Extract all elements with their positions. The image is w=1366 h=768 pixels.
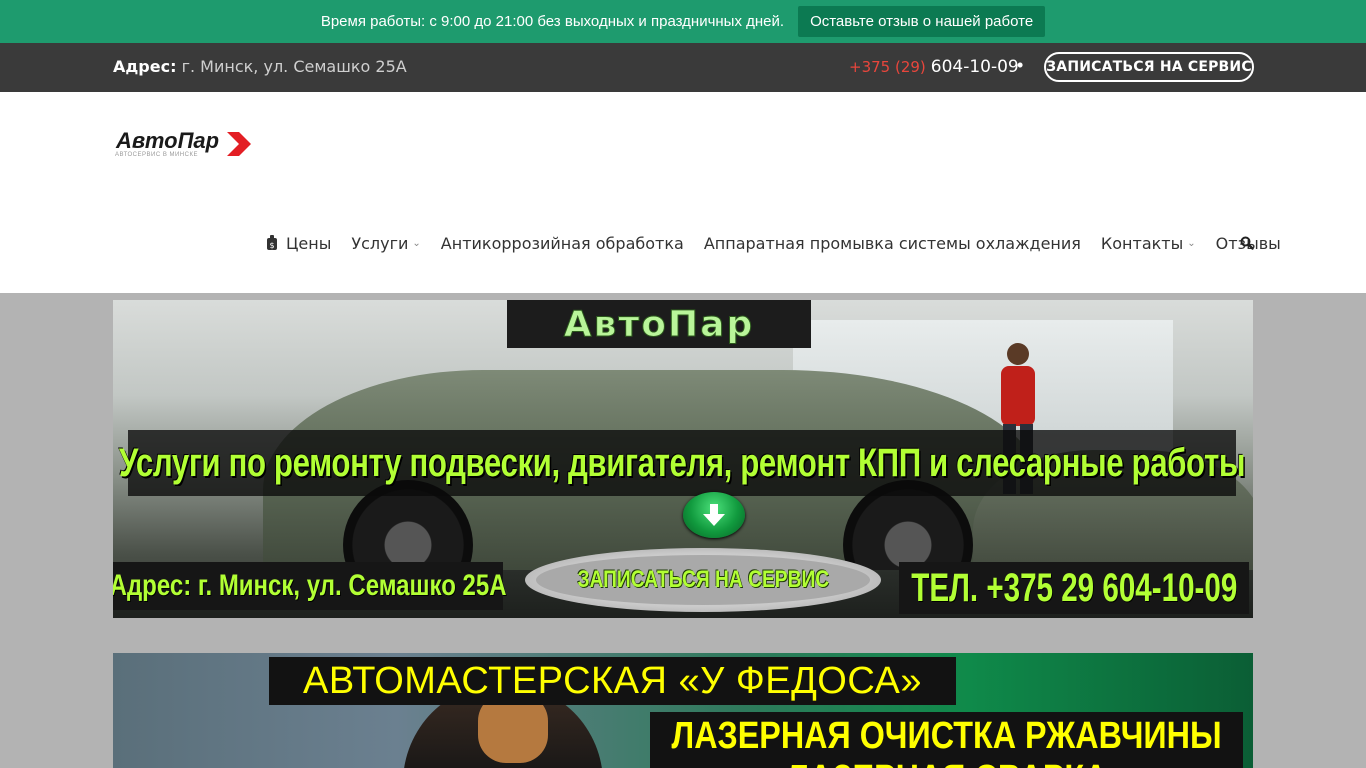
notice-bar: Время работы: с 9:00 до 21:00 без выходн… [0, 0, 1366, 43]
nav-label: Услуги [351, 233, 409, 253]
site-header: АвтоПар АВТОСЕРВИС В МИНСКЕ $ Цены Услуг… [0, 92, 1366, 293]
chevron-down-icon: ⌄ [412, 237, 421, 249]
nav-label: Аппаратная промывка системы охлаждения [703, 233, 1081, 253]
nav-label: Контакты [1100, 233, 1184, 253]
nav-item-cooling-flush[interactable]: Аппаратная промывка системы охлаждения [704, 234, 1081, 253]
banner-address: Адрес: г. Минск, ул. Семашко 25А [113, 569, 507, 602]
banner2-line2-box: ЛАЗЕРНАЯ СВАРКА [650, 760, 1243, 768]
banner-cta-label: ЗАПИСАТЬСЯ НА СЕРВИС [577, 566, 829, 593]
banner-phone-box: ТЕЛ. +375 29 604-10-09 [899, 562, 1249, 614]
working-hours-text: Время работы: с 9:00 до 21:00 без выходн… [320, 13, 785, 30]
price-tag-icon: $ [267, 235, 277, 250]
svg-text:$: $ [269, 241, 274, 250]
address-value: г. Минск, ул. Семашко 25А [181, 57, 407, 76]
nav-label: Цены [286, 233, 332, 253]
banner-book-service-button[interactable]: ЗАПИСАТЬСЯ НА СЕРВИС [525, 548, 881, 612]
banner-brand-box: АвтоПар [507, 300, 811, 348]
banner2-line1: ЛАЗЕРНАЯ ОЧИСТКА РЖАВЧИНЫ [671, 714, 1222, 757]
nav-item-prices[interactable]: $ Цены [266, 234, 331, 253]
banner-cta-inner: ЗАПИСАТЬСЯ НА СЕРВИС [536, 555, 870, 605]
banner-headline-box: Услуги по ремонту подвески, двигателя, р… [119, 430, 1246, 496]
hero-banner[interactable]: АвтоПар Услуги по ремонту подвески, двиг… [113, 300, 1253, 618]
address: Адрес: г. Минск, ул. Семашко 25А [113, 57, 407, 76]
search-icon[interactable] [1240, 236, 1254, 250]
arrow-down-icon[interactable] [683, 492, 745, 538]
laser-banner[interactable]: АВТОМАСТЕРСКАЯ «У ФЕДОСА» ЛАЗЕРНАЯ ОЧИСТ… [113, 653, 1253, 768]
logo-name: АвтоПар [116, 128, 220, 153]
logo-tagline: АВТОСЕРВИС В МИНСКЕ [115, 152, 198, 158]
banner-headline: Услуги по ремонту подвески, двигателя, р… [118, 440, 1246, 485]
phone-code: +375 (29) [849, 58, 926, 76]
phone-number: 604-10-09 [930, 57, 1019, 77]
top-info-bar: Адрес: г. Минск, ул. Семашко 25А +375 (2… [0, 43, 1366, 92]
main-nav: $ Цены Услуги ⌄ Антикоррозийная обработк… [266, 233, 1301, 253]
address-label: Адрес: [113, 57, 177, 76]
leave-review-button[interactable]: Оставьте отзыв о нашей работе [798, 6, 1046, 37]
nav-item-services[interactable]: Услуги ⌄ [351, 234, 420, 253]
banner2-line2: ЛАЗЕРНАЯ СВАРКА [786, 760, 1107, 768]
banner2-title-box: АВТОМАСТЕРСКАЯ «У ФЕДОСА» [269, 657, 956, 705]
phone-link[interactable]: +375 (29) 604-10-09 [849, 57, 1019, 77]
nav-item-anticorrosion[interactable]: Антикоррозийная обработка [441, 234, 684, 253]
separator-dot: • [1017, 55, 1024, 75]
banner-phone: ТЕЛ. +375 29 604-10-09 [910, 565, 1238, 610]
banner-address-box: Адрес: г. Минск, ул. Семашко 25А [113, 562, 507, 610]
nav-item-contacts[interactable]: Контакты ⌄ [1101, 234, 1196, 253]
nav-label: Антикоррозийная обработка [440, 233, 684, 253]
banner-brand: АвтоПар [563, 303, 755, 345]
banner2-line1-box: ЛАЗЕРНАЯ ОЧИСТКА РЖАВЧИНЫ [650, 712, 1243, 760]
book-service-button[interactable]: ЗАПИСАТЬСЯ НА СЕРВИС [1044, 52, 1254, 82]
logo-arrow-icon [227, 132, 251, 156]
chevron-down-icon: ⌄ [1187, 237, 1196, 249]
site-logo[interactable]: АвтоПар АВТОСЕРВИС В МИНСКЕ [113, 128, 258, 162]
banner2-title: АВТОМАСТЕРСКАЯ «У ФЕДОСА» [303, 659, 922, 702]
